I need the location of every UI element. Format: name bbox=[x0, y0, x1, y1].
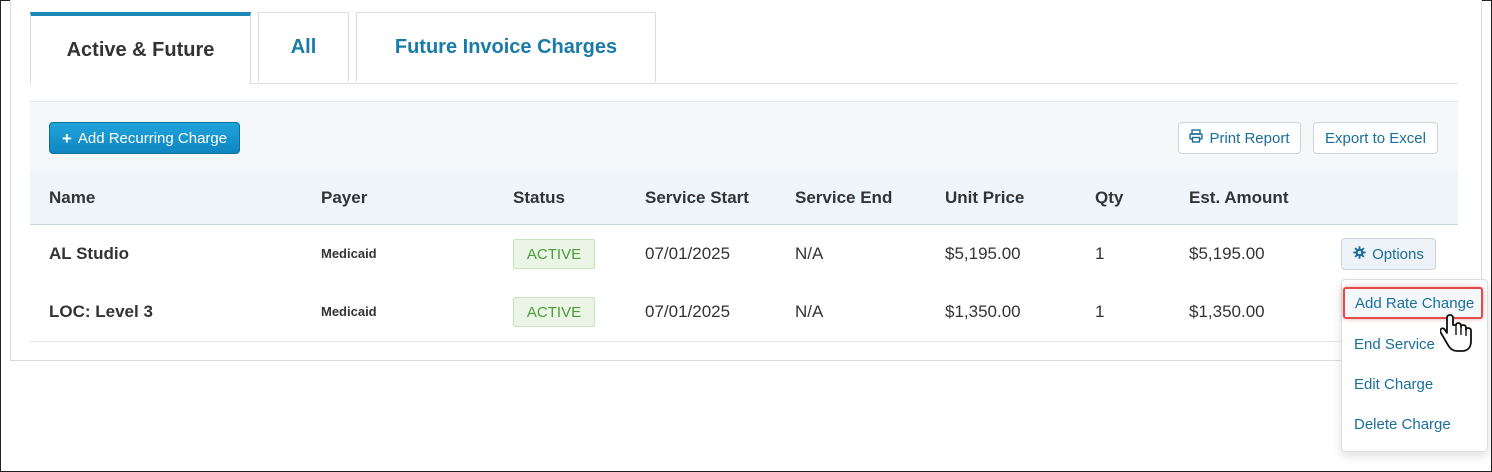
options-button[interactable]: Options bbox=[1341, 238, 1436, 270]
tab-bar: Active & Future All Future Invoice Charg… bbox=[30, 12, 1458, 84]
tab-future-invoice-charges[interactable]: Future Invoice Charges bbox=[356, 12, 656, 82]
status-badge: ACTIVE bbox=[513, 239, 595, 269]
print-report-label: Print Report bbox=[1209, 129, 1290, 147]
tab-all[interactable]: All bbox=[258, 12, 349, 82]
row-service-end: N/A bbox=[795, 244, 824, 263]
header-unit-price: Unit Price bbox=[945, 188, 1025, 207]
row-payer: Medicaid bbox=[321, 304, 377, 319]
row-est-amount: $1,350.00 bbox=[1189, 302, 1265, 321]
menu-item-end-service[interactable]: End Service bbox=[1354, 336, 1435, 353]
row-qty: 1 bbox=[1095, 302, 1105, 321]
gear-icon bbox=[1353, 245, 1366, 263]
plus-icon: + bbox=[61, 128, 72, 148]
row-qty: 1 bbox=[1095, 244, 1105, 263]
toolbar: + Add Recurring Charge Print Report Expo… bbox=[30, 101, 1458, 173]
status-badge: ACTIVE bbox=[513, 297, 595, 327]
row-service-start: 07/01/2025 bbox=[645, 244, 731, 263]
row-est-amount: $5,195.00 bbox=[1189, 244, 1265, 263]
menu-item-delete-charge[interactable]: Delete Charge bbox=[1354, 416, 1451, 433]
print-report-button[interactable]: Print Report bbox=[1178, 122, 1301, 154]
menu-item-edit-charge[interactable]: Edit Charge bbox=[1354, 376, 1433, 393]
export-to-excel-label: Export to Excel bbox=[1325, 129, 1426, 147]
hand-pointer-cursor-icon bbox=[1439, 313, 1474, 353]
row-name: AL Studio bbox=[49, 244, 129, 263]
row-service-end: N/A bbox=[795, 302, 824, 321]
row-unit-price: $5,195.00 bbox=[945, 244, 1021, 263]
header-name: Name bbox=[49, 188, 96, 207]
options-label: Options bbox=[1372, 245, 1424, 263]
header-qty: Qty bbox=[1095, 188, 1124, 207]
row-payer: Medicaid bbox=[321, 246, 377, 261]
row-unit-price: $1,350.00 bbox=[945, 302, 1021, 321]
print-icon bbox=[1189, 129, 1204, 147]
row-service-start: 07/01/2025 bbox=[645, 302, 731, 321]
header-service-end: Service End bbox=[795, 188, 893, 207]
header-service-start: Service Start bbox=[645, 188, 749, 207]
options-dropdown-menu: Add Rate Change End Service Edit Charge … bbox=[1341, 279, 1488, 452]
header-est-amount: Est. Amount bbox=[1189, 188, 1289, 207]
export-to-excel-button[interactable]: Export to Excel bbox=[1313, 122, 1438, 154]
header-status: Status bbox=[513, 188, 565, 207]
add-recurring-charge-label: Add Recurring Charge bbox=[77, 129, 228, 147]
tab-active-future[interactable]: Active & Future bbox=[30, 12, 251, 84]
table-row: AL Studio Medicaid ACTIVE 07/01/2025 N/A… bbox=[30, 225, 1458, 284]
table-row: LOC: Level 3 Medicaid ACTIVE 07/01/2025 … bbox=[30, 283, 1458, 342]
header-payer: Payer bbox=[321, 188, 368, 207]
row-name: LOC: Level 3 bbox=[49, 302, 153, 321]
add-recurring-charge-button[interactable]: + Add Recurring Charge bbox=[49, 122, 240, 154]
table-header: Name Payer Status Service Start Service … bbox=[30, 172, 1458, 226]
